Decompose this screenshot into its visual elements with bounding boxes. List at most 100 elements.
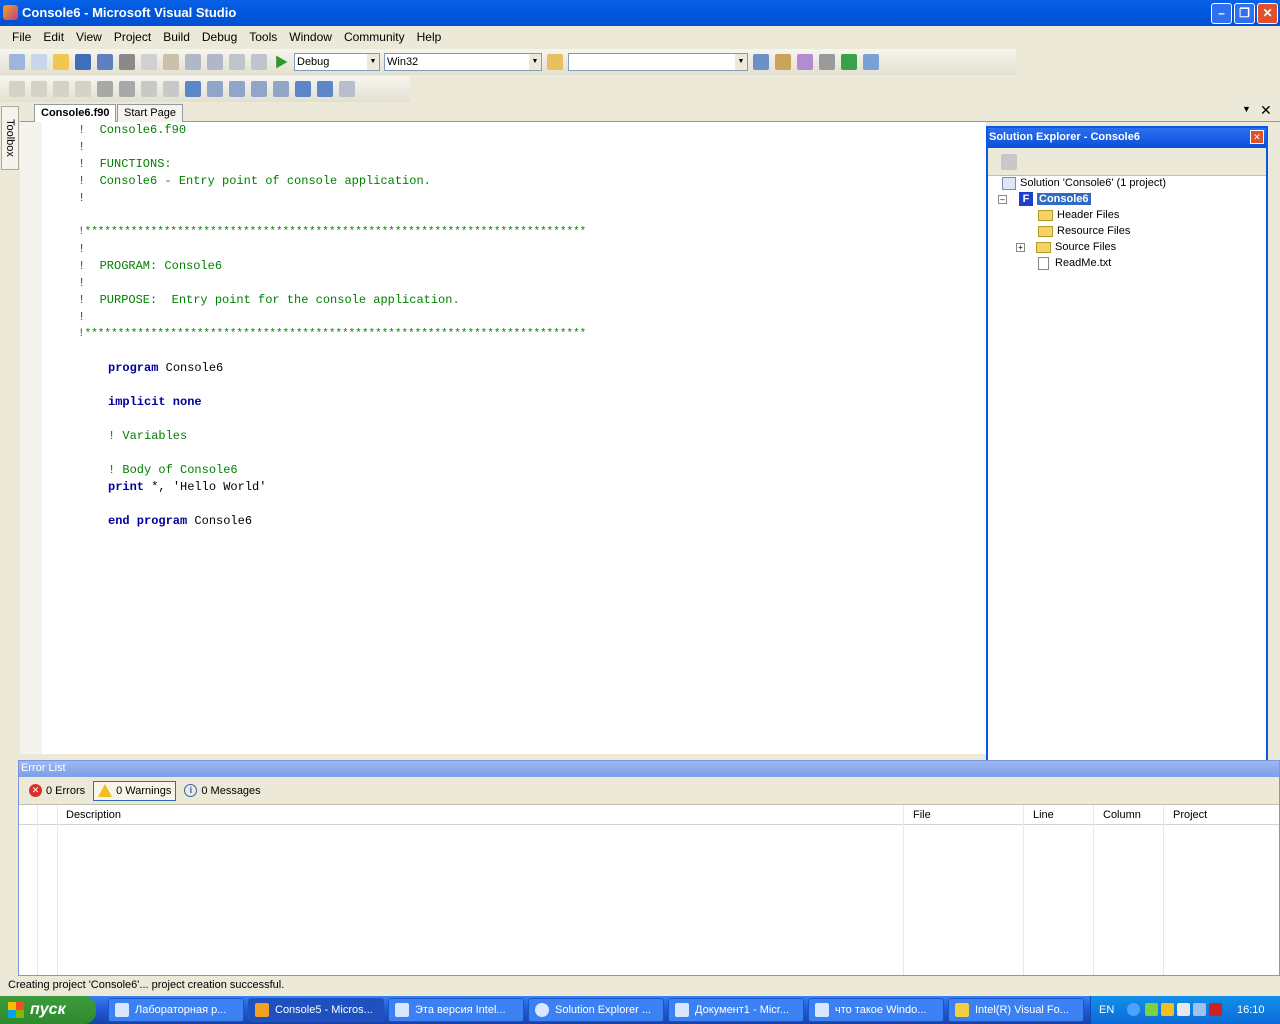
tray-app-icon[interactable] [1193,1003,1206,1016]
minimize-button[interactable]: – [1211,3,1232,24]
previous-bookmark-folder-icon[interactable] [251,81,267,97]
window-position-icon[interactable]: ▼ [1242,104,1251,114]
collapse-icon[interactable]: – [998,194,1007,204]
menu-community[interactable]: Community [338,30,411,44]
tree-readme[interactable]: ReadMe.txt [1038,256,1111,270]
comment-icon[interactable] [141,81,157,97]
maximize-button[interactable]: ❐ [1234,3,1255,24]
next-bookmark-icon[interactable] [229,81,245,97]
error-list: Error List ✕ 0 Errors 0 Warnings i0 Messa… [18,760,1280,976]
start-debugging-icon[interactable] [276,55,288,69]
language-indicator[interactable]: EN [1099,996,1114,1024]
solution-explorer-icon[interactable] [753,54,769,70]
complete-word-icon[interactable] [75,81,91,97]
taskbar-item[interactable]: Лабораторная р... [108,998,244,1022]
member-list-icon[interactable] [9,81,25,97]
find-combo[interactable]: ▼ [568,53,748,71]
toolbox-tab[interactable]: Toolbox [1,106,19,170]
close-document-icon[interactable]: ✕ [1260,102,1272,119]
menu-file[interactable]: File [6,30,37,44]
visual-studio-icon [3,5,18,20]
tree-resource-files[interactable]: Resource Files [1038,224,1130,238]
undo-icon[interactable] [185,54,201,70]
tree-solution[interactable]: Solution 'Console6' (1 project) [1002,176,1166,190]
tree-header-files[interactable]: Header Files [1038,208,1119,222]
close-button[interactable]: ✕ [1257,3,1278,24]
tray-arrow-icon[interactable] [1127,1003,1140,1016]
decrease-indent-icon[interactable] [97,81,113,97]
solution-config-select[interactable]: Debug ▼ [294,53,380,71]
divider [1163,805,1164,975]
messages-filter-button[interactable]: i0 Messages [180,781,264,801]
errors-filter-button[interactable]: ✕ 0 Errors [25,781,89,801]
code-editor[interactable]: ! Console6.f90 ! ! FUNCTIONS: ! Console6… [20,122,986,754]
close-icon[interactable]: ✕ [1250,130,1264,144]
menu-project[interactable]: Project [108,30,157,44]
platform-select[interactable]: Win32 ▼ [384,53,542,71]
taskbar-item[interactable]: Документ1 - Micr... [668,998,804,1022]
menu-build[interactable]: Build [157,30,196,44]
object-browser-icon[interactable] [797,54,813,70]
expand-icon[interactable]: + [1016,242,1025,252]
parameter-info-icon[interactable] [31,81,47,97]
column-column[interactable]: Column [1103,809,1141,821]
navigate-back-icon[interactable] [229,54,245,70]
next-bookmark-doc-icon[interactable] [317,81,333,97]
menu-edit[interactable]: Edit [37,30,70,44]
cut-icon[interactable] [119,54,135,70]
taskbar-item[interactable]: Console5 - Micros... [248,998,384,1022]
quick-info-icon[interactable] [53,81,69,97]
paste-icon[interactable] [163,54,179,70]
find-in-files-icon[interactable] [547,54,563,70]
properties-icon[interactable] [775,54,791,70]
redo-icon[interactable] [207,54,223,70]
taskbar-item[interactable]: Solution Explorer ... [528,998,664,1022]
save-icon[interactable] [75,54,91,70]
tray-app-icon[interactable] [1161,1003,1174,1016]
increase-indent-icon[interactable] [119,81,135,97]
start-button[interactable]: пуск [0,996,96,1024]
menu-debug[interactable]: Debug [196,30,243,44]
menu-help[interactable]: Help [411,30,448,44]
menu-window[interactable]: Window [283,30,338,44]
clear-bookmarks-icon[interactable] [339,81,355,97]
tab-start-page[interactable]: Start Page [117,104,183,122]
menu-view[interactable]: View [70,30,108,44]
next-bookmark-folder-icon[interactable] [273,81,289,97]
tree-source-files[interactable]: + Source Files [1016,240,1116,254]
navigate-forward-icon[interactable] [251,54,267,70]
code-line: ! [78,310,86,324]
menu-tools[interactable]: Tools [243,30,283,44]
taskbar-item[interactable]: что такое Windo... [808,998,944,1022]
tab-console6-f90[interactable]: Console6.f90 [34,104,117,122]
open-file-icon[interactable] [53,54,69,70]
tray-app-icon[interactable] [1177,1003,1190,1016]
copy-icon[interactable] [141,54,157,70]
previous-bookmark-doc-icon[interactable] [295,81,311,97]
tray-app-icon[interactable] [1145,1003,1158,1016]
folder-icon [1036,241,1051,253]
add-item-icon[interactable] [31,54,47,70]
taskbar-item[interactable]: Intel(R) Visual Fo... [948,998,1084,1022]
column-file[interactable]: File [913,809,931,821]
solution-explorer-toolbar [988,148,1266,176]
word-doc-icon [115,1003,129,1017]
new-project-icon[interactable] [9,54,25,70]
taskbar-item[interactable]: Эта версия Intel... [388,998,524,1022]
toggle-bookmark-icon[interactable] [185,81,201,97]
uncomment-icon[interactable] [163,81,179,97]
warnings-filter-button[interactable]: 0 Warnings [93,780,177,801]
code-line: !***************************************… [78,328,587,340]
column-project[interactable]: Project [1173,809,1207,821]
toolbox-icon[interactable] [819,54,835,70]
save-all-icon[interactable] [97,54,113,70]
error-icon: ✕ [29,784,42,797]
column-description[interactable]: Description [66,809,121,821]
other-windows-icon[interactable] [863,54,879,70]
tray-app-icon[interactable] [1209,1003,1222,1016]
previous-bookmark-icon[interactable] [207,81,223,97]
tree-project[interactable]: – F Console6 [998,192,1091,207]
properties-icon[interactable] [1001,154,1017,170]
start-page-icon[interactable] [841,54,857,70]
column-line[interactable]: Line [1033,809,1054,821]
